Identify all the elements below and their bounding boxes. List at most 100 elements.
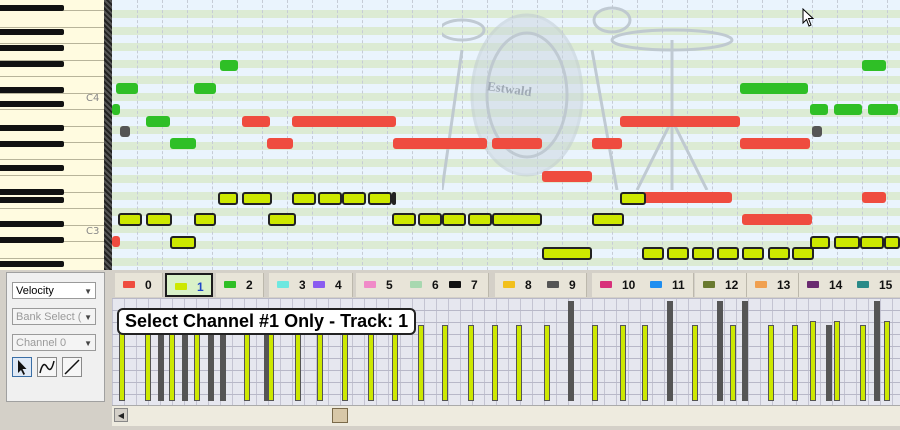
white-key[interactable] [0,158,104,160]
midi-note[interactable] [862,192,886,203]
black-key[interactable] [0,29,64,35]
velocity-bar[interactable] [667,301,673,401]
midi-note-track-1[interactable] [860,236,884,249]
midi-note[interactable] [242,116,270,127]
velocity-bar[interactable] [295,325,301,401]
midi-note-track-1[interactable] [468,213,492,226]
midi-note-track-1[interactable] [542,247,592,260]
midi-note[interactable] [112,236,120,247]
black-key[interactable] [0,61,64,67]
black-key[interactable] [0,45,64,51]
velocity-bar[interactable] [717,301,723,401]
midi-note-track-1[interactable] [592,213,624,226]
midi-note-track-1[interactable] [218,192,238,205]
velocity-bar[interactable] [317,325,323,401]
midi-note[interactable] [194,83,216,94]
velocity-bar[interactable] [642,325,648,401]
midi-note[interactable] [740,138,810,149]
black-key[interactable] [0,101,64,107]
midi-note-track-1[interactable] [717,247,739,260]
velocity-bar[interactable] [544,325,550,401]
horizontal-scrollbar[interactable]: ◀ [112,405,900,426]
midi-note-track-1[interactable] [146,213,172,226]
white-key[interactable] [0,26,104,28]
midi-note-track-1[interactable] [442,213,466,226]
velocity-bar[interactable] [620,325,626,401]
midi-note[interactable] [620,116,740,127]
black-key[interactable] [0,165,64,171]
velocity-bar[interactable] [810,321,816,401]
midi-note-track-1[interactable] [342,192,366,205]
midi-note-track-1[interactable] [667,247,689,260]
black-key[interactable] [0,261,64,267]
velocity-bar[interactable] [884,321,890,401]
white-key[interactable] [0,109,104,110]
velocity-bar[interactable] [592,325,598,401]
piano-keyboard[interactable]: C4 C3 [0,0,108,270]
white-key[interactable] [0,257,104,259]
track-tab-14[interactable]: 14 [799,273,851,297]
midi-note[interactable] [492,138,542,149]
velocity-bar[interactable] [244,325,250,401]
midi-note[interactable] [146,116,170,127]
track-tab-0[interactable]: 0 [115,273,163,297]
velocity-bar[interactable] [442,325,448,401]
midi-note-track-1[interactable] [620,192,646,205]
midi-note-track-1[interactable] [810,236,830,249]
midi-note[interactable] [834,104,862,115]
midi-note[interactable] [393,138,487,149]
velocity-bar[interactable] [826,325,832,401]
midi-note-track-1[interactable] [642,247,664,260]
track-tab-9[interactable]: 9 [539,273,587,297]
track-tab-7[interactable]: 7 [441,273,489,297]
channel-select[interactable]: Channel 0 ▼ [12,334,96,351]
white-key[interactable] [0,208,104,209]
velocity-bar[interactable] [874,301,880,401]
midi-note[interactable] [740,83,808,94]
velocity-bar[interactable] [742,301,748,401]
velocity-bar[interactable] [860,325,866,401]
midi-note[interactable] [592,138,622,149]
midi-note-track-1[interactable] [792,247,814,260]
track-tab-13[interactable]: 13 [747,273,799,297]
track-tab-11[interactable]: 11 [642,273,694,297]
velocity-bar[interactable] [368,325,374,401]
white-key[interactable] [0,76,104,77]
midi-note[interactable] [120,126,130,137]
black-key[interactable] [0,125,64,131]
black-key[interactable] [0,221,64,227]
white-key[interactable] [0,175,104,176]
black-key[interactable] [0,197,64,203]
bank-select[interactable]: Bank Select ( ▼ [12,308,96,325]
velocity-bar[interactable] [730,325,736,401]
black-key[interactable] [0,237,64,243]
midi-note-track-1[interactable] [268,213,296,226]
velocity-bar[interactable] [418,325,424,401]
midi-note[interactable] [810,104,828,115]
midi-note-track-1[interactable] [884,236,900,249]
midi-note[interactable] [642,192,732,203]
midi-note-track-1[interactable] [392,213,416,226]
midi-note[interactable] [220,60,238,71]
midi-note-track-1[interactable] [118,213,142,226]
velocity-bar[interactable] [834,321,840,401]
scrollbar-thumb[interactable] [332,408,348,423]
velocity-bar[interactable] [468,325,474,401]
controller-select[interactable]: Velocity ▼ [12,282,96,299]
track-tab-2[interactable]: 2 [216,273,264,297]
midi-note-track-1[interactable] [392,192,396,205]
pointer-tool-button[interactable] [12,357,32,377]
black-key[interactable] [0,141,64,147]
midi-note-track-1[interactable] [492,213,542,226]
velocity-bar[interactable] [792,325,798,401]
track-tab-10[interactable]: 10 [592,273,644,297]
scroll-left-button[interactable]: ◀ [114,408,128,422]
midi-note[interactable] [267,138,293,149]
velocity-bar[interactable] [158,325,164,401]
midi-note[interactable] [292,116,396,127]
midi-note[interactable] [812,126,822,137]
midi-note[interactable] [542,171,592,182]
black-key[interactable] [0,189,64,195]
midi-note-track-1[interactable] [768,247,790,260]
black-key[interactable] [0,5,64,11]
